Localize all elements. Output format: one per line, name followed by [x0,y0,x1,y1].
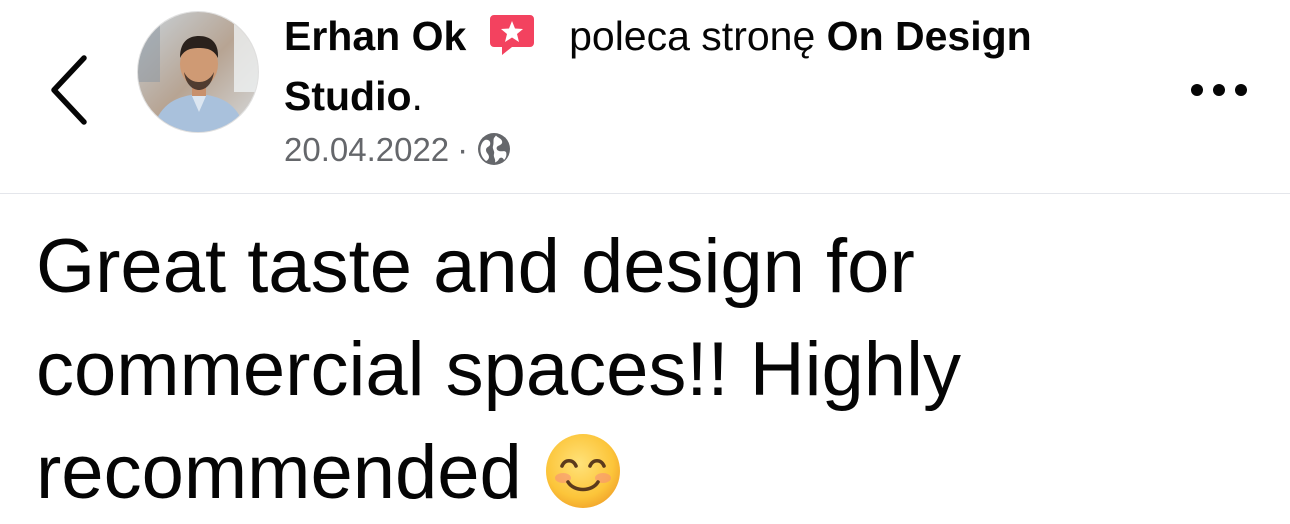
post-date[interactable]: 20.04.2022 [284,131,449,168]
post-text-line-2: commercial spaces!! Highly [36,327,961,412]
profile-photo [138,12,258,132]
post-header: Erhan Ok poleca stronę On Design Studio.… [0,0,1290,194]
chevron-left-icon [51,55,87,125]
back-button[interactable] [44,52,96,128]
globe-icon[interactable] [476,131,512,167]
post-text-line-3: recommended [36,430,522,515]
more-horizontal-icon [1191,84,1247,96]
page-name-part-1[interactable]: On Design [827,13,1032,59]
post-text-line-1: Great taste and design for [36,224,915,309]
avatar[interactable] [137,11,259,133]
more-options-button[interactable] [1184,70,1254,110]
smiling-face-emoji-icon [545,433,620,508]
recommend-action-text: poleca stronę [569,13,816,59]
recommendation-star-icon [489,15,534,56]
post-text-line-3-wrap: recommended [36,421,1256,524]
title-period: . [411,73,423,119]
meta-separator: · [457,131,469,168]
page-name-part-2[interactable]: Studio [284,73,412,119]
author-name[interactable]: Erhan Ok [284,13,466,59]
post-meta: 20.04.2022 · [284,128,512,172]
post-title-line-2: Studio. [284,67,1144,125]
post-title-line-1: Erhan Ok poleca stronę On Design [284,7,1144,65]
post-body-text: Great taste and design for commercial sp… [36,215,1256,524]
